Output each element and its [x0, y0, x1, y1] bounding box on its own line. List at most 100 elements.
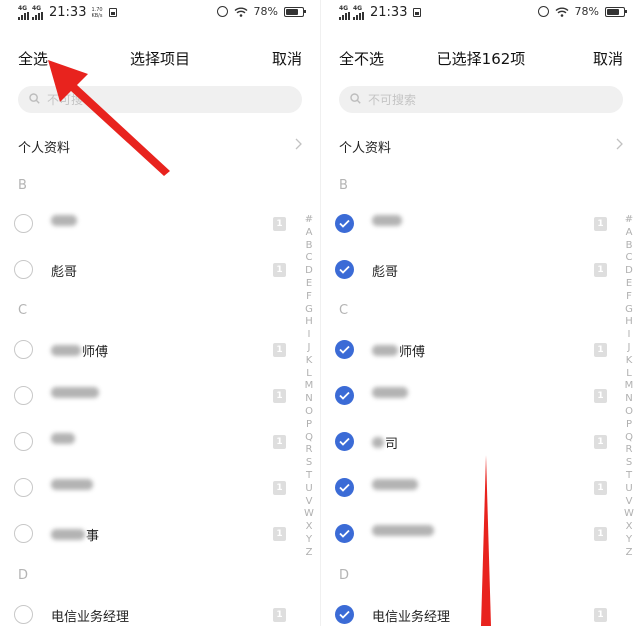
cancel-button[interactable]: 取消 — [593, 48, 623, 69]
contact-row[interactable]: 1 — [335, 521, 607, 547]
contact-row[interactable]: 师傅 1 — [335, 337, 607, 363]
index-letter[interactable]: M — [305, 380, 314, 393]
contact-row[interactable]: 师傅 1 — [14, 337, 286, 363]
index-letter[interactable]: B — [306, 240, 313, 253]
checkbox[interactable] — [14, 340, 33, 359]
index-letter[interactable]: O — [305, 406, 313, 419]
index-letter[interactable]: Q — [305, 432, 313, 445]
index-letter[interactable]: P — [306, 419, 312, 432]
contact-row[interactable]: 1 — [335, 475, 607, 501]
index-letter[interactable]: F — [626, 291, 632, 304]
index-letter[interactable]: D — [625, 265, 633, 278]
contact-row[interactable]: 事 1 — [14, 521, 286, 547]
index-letter[interactable]: V — [626, 496, 633, 509]
contact-name: 师傅 — [51, 341, 108, 360]
index-letter[interactable]: # — [305, 214, 313, 227]
index-letter[interactable]: W — [624, 508, 634, 521]
checkbox-checked[interactable] — [335, 214, 354, 233]
index-letter[interactable]: S — [626, 457, 632, 470]
contact-row[interactable]: 彪哥 1 — [14, 257, 286, 283]
index-letter[interactable]: A — [306, 227, 313, 240]
contact-row[interactable]: 1 — [14, 383, 286, 409]
index-letter[interactable]: D — [305, 265, 313, 278]
profile-row[interactable]: 个人资料 — [339, 134, 623, 156]
checkbox-checked[interactable] — [335, 432, 354, 451]
cancel-button[interactable]: 取消 — [272, 48, 302, 69]
index-letter[interactable]: T — [626, 470, 632, 483]
contact-row[interactable]: 司 1 — [335, 429, 607, 455]
checkbox[interactable] — [14, 605, 33, 624]
checkbox[interactable] — [14, 524, 33, 543]
sim-1-badge: 1 — [594, 217, 607, 231]
index-letter[interactable]: Q — [625, 432, 633, 445]
contact-row[interactable]: 1 — [335, 211, 607, 237]
index-letter[interactable]: Y — [626, 534, 632, 547]
index-letter[interactable]: P — [626, 419, 632, 432]
index-letter[interactable]: # — [625, 214, 633, 227]
index-letter[interactable]: B — [626, 240, 633, 253]
contact-row[interactable]: 1 — [14, 429, 286, 455]
index-letter[interactable]: J — [308, 342, 311, 355]
index-letter[interactable]: K — [306, 355, 313, 368]
checkbox-checked[interactable] — [335, 605, 354, 624]
alphabet-index[interactable]: # A B C D E F G H I J K L M N O P Q R S T U V W X Y Z — [302, 214, 316, 560]
index-letter[interactable]: M — [625, 380, 634, 393]
index-letter[interactable]: O — [625, 406, 633, 419]
index-letter[interactable]: Z — [626, 547, 633, 560]
index-letter[interactable]: W — [304, 508, 314, 521]
index-letter[interactable]: U — [305, 483, 312, 496]
contact-row[interactable]: 电信业务经理 1 — [14, 602, 286, 626]
checkbox-checked[interactable] — [335, 524, 354, 543]
index-letter[interactable]: H — [305, 316, 313, 329]
index-letter[interactable]: T — [306, 470, 312, 483]
index-letter[interactable]: U — [625, 483, 632, 496]
alphabet-index[interactable]: # A B C D E F G H I J K L M N O P Q R S T U V W X Y Z — [622, 214, 636, 560]
checkbox[interactable] — [14, 478, 33, 497]
checkbox-checked[interactable] — [335, 478, 354, 497]
contact-row[interactable]: 1 — [14, 475, 286, 501]
index-letter[interactable]: N — [625, 393, 632, 406]
index-letter[interactable]: X — [626, 521, 633, 534]
checkbox[interactable] — [14, 432, 33, 451]
checkbox-checked[interactable] — [335, 260, 354, 279]
contact-row[interactable]: 1 — [14, 211, 286, 237]
contact-row[interactable]: 1 — [335, 383, 607, 409]
checkbox-checked[interactable] — [335, 340, 354, 359]
index-letter[interactable]: H — [625, 316, 633, 329]
index-letter[interactable]: K — [626, 355, 633, 368]
checkbox[interactable] — [14, 260, 33, 279]
index-letter[interactable]: F — [306, 291, 312, 304]
sim-1-badge: 1 — [594, 608, 607, 622]
index-letter[interactable]: Z — [306, 547, 313, 560]
index-letter[interactable]: E — [626, 278, 632, 291]
index-letter[interactable]: I — [308, 329, 311, 342]
checkbox[interactable] — [14, 214, 33, 233]
index-letter[interactable]: J — [628, 342, 631, 355]
checkbox[interactable] — [14, 386, 33, 405]
index-letter[interactable]: G — [305, 304, 313, 317]
index-letter[interactable]: V — [306, 496, 313, 509]
index-letter[interactable]: G — [625, 304, 633, 317]
search-input[interactable]: 不可搜 — [18, 86, 302, 113]
contact-row[interactable]: 彪哥 1 — [335, 257, 607, 283]
index-letter[interactable]: S — [306, 457, 312, 470]
index-letter[interactable]: E — [306, 278, 312, 291]
index-letter[interactable]: Y — [306, 534, 312, 547]
index-letter[interactable]: N — [305, 393, 312, 406]
index-letter[interactable]: R — [306, 444, 313, 457]
index-letter[interactable]: R — [626, 444, 633, 457]
checkbox-checked[interactable] — [335, 386, 354, 405]
sim-1-badge: 1 — [273, 263, 286, 277]
sim-1-badge: 1 — [273, 481, 286, 495]
index-letter[interactable]: C — [306, 252, 313, 265]
index-letter[interactable]: L — [626, 368, 632, 381]
profile-row[interactable]: 个人资料 — [18, 134, 302, 156]
index-letter[interactable]: A — [626, 227, 633, 240]
index-letter[interactable]: L — [306, 368, 312, 381]
index-letter[interactable]: I — [628, 329, 631, 342]
index-letter[interactable]: X — [306, 521, 313, 534]
contact-row[interactable]: 电信业务经理 1 — [335, 602, 607, 626]
wifi-icon — [234, 7, 248, 17]
index-letter[interactable]: C — [626, 252, 633, 265]
search-input[interactable]: 不可搜索 — [339, 86, 623, 113]
